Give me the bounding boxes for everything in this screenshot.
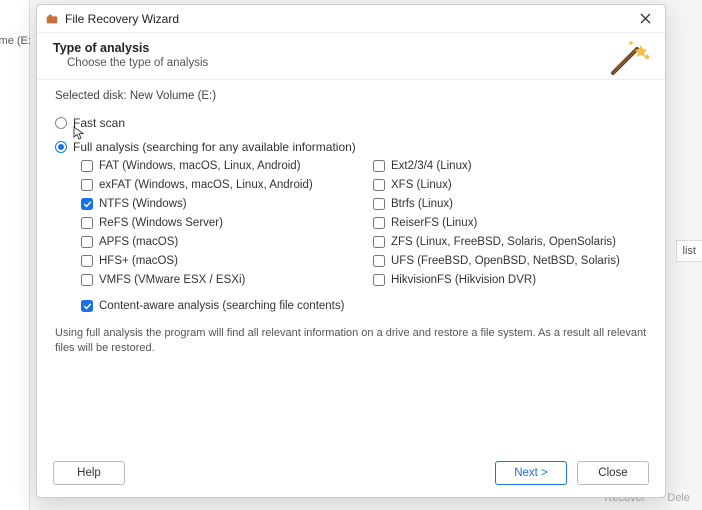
fs-checkbox-right-4[interactable]: ZFS (Linux, FreeBSD, Solaris, OpenSolari… <box>373 236 647 248</box>
fast-scan-label: Fast scan <box>73 116 125 130</box>
fs-label: VMFS (VMware ESX / ESXi) <box>99 274 245 286</box>
content-aware-checkbox[interactable]: Content-aware analysis (searching file c… <box>81 300 647 312</box>
titlebar: File Recovery Wizard <box>37 5 665 33</box>
help-button[interactable]: Help <box>53 461 125 485</box>
selected-disk-row: Selected disk: New Volume (E:) <box>55 90 647 102</box>
checkbox-icon <box>373 198 385 210</box>
checkbox-icon <box>373 274 385 286</box>
checkbox-icon <box>81 300 93 312</box>
next-button[interactable]: Next > <box>495 461 567 485</box>
fs-checkbox-left-6[interactable]: VMFS (VMware ESX / ESXi) <box>81 274 355 286</box>
wizard-footer: Help Next > Close <box>37 451 665 497</box>
fs-label: HikvisionFS (Hikvision DVR) <box>391 274 536 286</box>
fs-checkbox-right-0[interactable]: Ext2/3/4 (Linux) <box>373 160 647 172</box>
fs-checkbox-right-1[interactable]: XFS (Linux) <box>373 179 647 191</box>
checkbox-icon <box>81 160 93 172</box>
wizard-content: Selected disk: New Volume (E:) Fast scan… <box>37 79 665 451</box>
checkbox-icon <box>373 236 385 248</box>
checkbox-icon <box>81 179 93 191</box>
fs-label: exFAT (Windows, macOS, Linux, Android) <box>99 179 313 191</box>
fs-checkbox-left-2[interactable]: NTFS (Windows) <box>81 198 355 210</box>
fs-label: HFS+ (macOS) <box>99 255 178 267</box>
close-button[interactable] <box>633 9 657 29</box>
content-aware-label: Content-aware analysis (searching file c… <box>99 300 344 312</box>
description-text: Using full analysis the program will fin… <box>55 326 647 357</box>
wizard-header: Type of analysis Choose the type of anal… <box>37 33 665 79</box>
fs-checkbox-left-3[interactable]: ReFS (Windows Server) <box>81 217 355 229</box>
full-analysis-radio[interactable]: Full analysis (searching for any availab… <box>55 140 647 154</box>
header-title: Type of analysis <box>53 41 649 55</box>
fs-checkbox-right-5[interactable]: UFS (FreeBSD, OpenBSD, NetBSD, Solaris) <box>373 255 647 267</box>
checkbox-icon <box>81 198 93 210</box>
checkbox-icon <box>373 217 385 229</box>
checkbox-icon <box>81 274 93 286</box>
filesystem-grid: FAT (Windows, macOS, Linux, Android) Ext2… <box>81 160 647 286</box>
background-volume-label: lume (E: <box>0 35 31 47</box>
fs-label: Ext2/3/4 (Linux) <box>391 160 472 172</box>
fs-checkbox-left-1[interactable]: exFAT (Windows, macOS, Linux, Android) <box>81 179 355 191</box>
fs-checkbox-left-4[interactable]: APFS (macOS) <box>81 236 355 248</box>
checkbox-icon <box>81 255 93 267</box>
selected-disk-label: Selected disk: <box>55 90 127 102</box>
fs-label: ReiserFS (Linux) <box>391 217 477 229</box>
checkbox-icon <box>81 217 93 229</box>
fs-checkbox-left-5[interactable]: HFS+ (macOS) <box>81 255 355 267</box>
background-sidebar <box>0 0 30 510</box>
selected-disk-value: New Volume (E:) <box>130 90 216 102</box>
fs-checkbox-right-2[interactable]: Btrfs (Linux) <box>373 198 647 210</box>
radio-icon <box>55 117 67 129</box>
checkbox-icon <box>373 160 385 172</box>
fs-label: ZFS (Linux, FreeBSD, Solaris, OpenSolari… <box>391 236 616 248</box>
checkbox-icon <box>373 255 385 267</box>
wizard-wand-icon <box>607 39 651 77</box>
header-subtitle: Choose the type of analysis <box>67 57 649 69</box>
close-button-footer[interactable]: Close <box>577 461 649 485</box>
checkbox-icon <box>373 179 385 191</box>
fs-checkbox-right-6[interactable]: HikvisionFS (Hikvision DVR) <box>373 274 647 286</box>
fs-checkbox-left-0[interactable]: FAT (Windows, macOS, Linux, Android) <box>81 160 355 172</box>
fs-label: FAT (Windows, macOS, Linux, Android) <box>99 160 301 172</box>
radio-icon <box>55 141 67 153</box>
checkbox-icon <box>81 236 93 248</box>
background-right-snippet: list <box>676 240 702 262</box>
close-icon <box>640 13 651 24</box>
file-recovery-wizard-dialog: File Recovery Wizard Type of analysis Ch… <box>36 4 666 498</box>
fs-label: Btrfs (Linux) <box>391 198 453 210</box>
fast-scan-radio[interactable]: Fast scan <box>55 116 647 130</box>
fs-label: UFS (FreeBSD, OpenBSD, NetBSD, Solaris) <box>391 255 620 267</box>
fs-label: ReFS (Windows Server) <box>99 217 223 229</box>
fs-label: NTFS (Windows) <box>99 198 187 210</box>
app-icon <box>45 12 59 26</box>
fs-label: APFS (macOS) <box>99 236 178 248</box>
full-analysis-label: Full analysis (searching for any availab… <box>73 140 356 154</box>
window-title: File Recovery Wizard <box>65 12 633 26</box>
fs-checkbox-right-3[interactable]: ReiserFS (Linux) <box>373 217 647 229</box>
fs-label: XFS (Linux) <box>391 179 452 191</box>
